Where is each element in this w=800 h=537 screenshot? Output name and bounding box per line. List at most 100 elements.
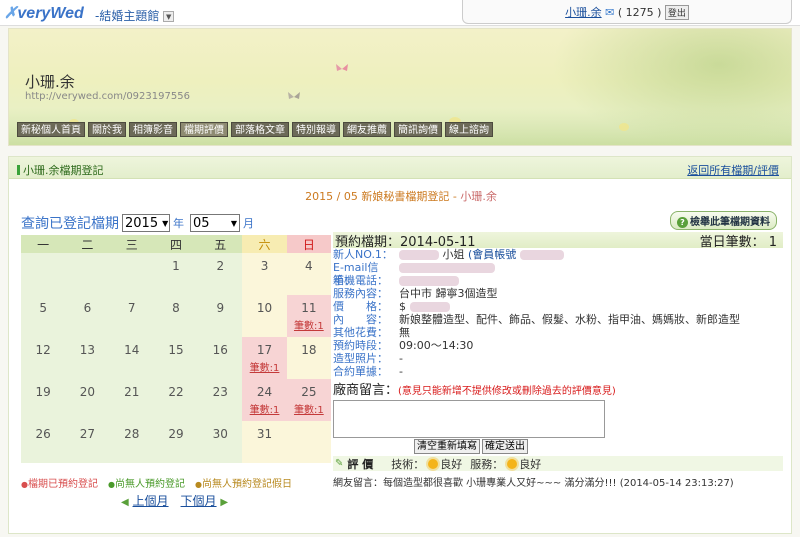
day-number: 26 <box>35 427 51 441</box>
submit-button[interactable]: 確定送出 <box>482 439 528 454</box>
calendar-day-24[interactable]: 24 筆數:1 <box>242 379 287 421</box>
calendar: 一 二 三 四 五 六 日 1 2 3 4 5 6 7 8 9 10 11 筆數:1 12 13 14 15 1… <box>21 235 331 463</box>
nav-schedule[interactable]: 檔期評價 <box>180 122 228 137</box>
banner-flower <box>619 123 629 131</box>
report-button[interactable]: ? 檢舉此筆檔期資料 <box>670 211 777 230</box>
day-number: 27 <box>79 427 96 441</box>
detail-row-price: 價 格： $ <box>333 300 783 313</box>
calendar-day-15: 15 <box>153 337 199 379</box>
day-number: 3 <box>260 259 269 273</box>
calendar-day-20: 20 <box>65 379 110 421</box>
nav-home[interactable]: 新秘個人首頁 <box>17 122 85 137</box>
detail-row-phone: 手機電話： <box>333 274 783 287</box>
booking-count-link[interactable]: 筆數:1 <box>287 317 331 332</box>
booking-detail: 預約檔期：2014-05-11 當日筆數： 1 新人NO.1： 小姐 (會員帳號… <box>333 232 783 489</box>
panel-title: 小珊.余檔期登記 <box>17 162 104 178</box>
calendar-day-17[interactable]: 17 筆數:1 <box>242 337 287 379</box>
mail-icon[interactable]: ✉ <box>605 6 614 19</box>
month-unit: 月 <box>243 217 254 230</box>
day-number: 16 <box>212 343 228 357</box>
booking-date: 預約檔期：2014-05-11 <box>335 234 476 250</box>
prev-month-link[interactable]: ◀ 上個月 <box>121 492 169 509</box>
nav-about[interactable]: 關於我 <box>88 122 126 137</box>
mail-count[interactable]: ( 1275 ) <box>618 6 662 19</box>
user-box: 小珊.余 ✉ ( 1275 ) 登出 <box>462 0 792 24</box>
calendar-day-8: 8 <box>153 295 199 337</box>
calendar-day-25[interactable]: 25 筆數:1 <box>286 379 331 421</box>
year-unit: 年 <box>173 217 184 230</box>
day-number: 31 <box>256 427 273 441</box>
nav-special-report[interactable]: 特別報導 <box>292 122 340 137</box>
detail-row-name: 新人NO.1： 小姐 (會員帳號 <box>333 248 783 261</box>
day-number: 12 <box>35 343 51 357</box>
nav-blog[interactable]: 部落格文章 <box>231 122 289 137</box>
message-note: (意見只能新增不提供修改或刪除過去的評價意見) <box>398 386 616 397</box>
legend-open-holiday: ●尚無人預約登記假日 <box>194 479 292 490</box>
detail-row-contract: 合約單據： - <box>333 365 403 378</box>
profile-url: http://verywed.com/0923197556 <box>25 91 190 102</box>
next-month-link[interactable]: 下個月 ▶ <box>181 492 229 509</box>
redacted-text <box>399 250 439 260</box>
day-number: 14 <box>124 343 140 357</box>
calendar-day-29: 29 <box>153 421 199 463</box>
theme-hall-link[interactable]: -結婚主題館 ▼ <box>95 7 175 24</box>
query-label: 查詢已登記檔期 <box>21 216 119 232</box>
weekday-fri: 五 <box>198 235 243 253</box>
calendar-day-13: 13 <box>65 337 110 379</box>
redacted-text <box>399 263 495 273</box>
nav-recommend[interactable]: 網友推薦 <box>343 122 391 137</box>
panel-header: 小珊.余檔期登記 返回所有檔期/評價 <box>9 157 791 179</box>
month-select[interactable]: 05 ▼ <box>190 214 240 232</box>
day-number: 21 <box>124 385 140 399</box>
sun-icon <box>507 458 518 469</box>
day-number: 15 <box>168 343 184 357</box>
logout-button[interactable]: 登出 <box>664 5 689 20</box>
legend-booked: ●檔期已預約登記 <box>21 479 98 490</box>
site-logo[interactable]: ✗veryWed <box>4 3 84 23</box>
weekday-mon: 一 <box>21 235 66 253</box>
day-number: 13 <box>79 343 96 357</box>
weekday-thu: 四 <box>153 235 199 253</box>
message-buttons: 清空重新填寫 確定送出 <box>414 439 783 454</box>
calendar-week-row: 1 2 3 4 <box>21 253 331 295</box>
calendar-day-30: 30 <box>198 421 243 463</box>
day-number: 2 <box>216 259 225 273</box>
clear-button[interactable]: 清空重新填寫 <box>414 439 480 454</box>
weekday-sun: 日 <box>286 235 331 253</box>
calendar-day-2: 2 <box>198 253 243 295</box>
user-name-link[interactable]: 小珊.余 <box>565 6 602 19</box>
tech-label: 技術： <box>391 457 425 471</box>
top-bar: ✗veryWed -結婚主題館 ▼ 小珊.余 ✉ ( 1275 ) 登出 <box>0 0 800 26</box>
booking-count-link[interactable]: 筆數:1 <box>287 401 331 416</box>
calendar-empty-cell <box>109 253 154 295</box>
nav-sms-inquiry[interactable]: 簡訊詢價 <box>394 122 442 137</box>
calendar-day-19: 19 <box>21 379 66 421</box>
nav-online-consult[interactable]: 線上諮詢 <box>445 122 493 137</box>
vendor-message-textarea[interactable] <box>333 400 605 438</box>
month-title: 2015 / 05 新娘秘書檔期登記 - 小珊.余 <box>305 190 497 203</box>
nav-albums[interactable]: 相簿影音 <box>129 122 177 137</box>
member-account-link[interactable]: (會員帳號 <box>468 248 516 261</box>
back-to-all-link[interactable]: 返回所有檔期/評價 <box>687 162 779 178</box>
detail-row-email: E-mail信箱： <box>333 261 783 287</box>
booking-count-link[interactable]: 筆數:1 <box>242 401 286 416</box>
day-number: 6 <box>83 301 92 315</box>
question-icon: ? <box>677 217 688 228</box>
year-select[interactable]: 2015 ▼ <box>122 214 170 232</box>
calendar-day-10: 10 <box>242 295 287 337</box>
weekday-wed: 三 <box>109 235 154 253</box>
calendar-day-18: 18 <box>286 337 331 379</box>
calendar-day-6: 6 <box>65 295 110 337</box>
arrow-right-icon: ▶ <box>220 497 229 508</box>
weekday-tue: 二 <box>65 235 110 253</box>
calendar-day-11[interactable]: 11 筆數:1 <box>286 295 331 337</box>
calendar-day-12: 12 <box>21 337 66 379</box>
chevron-down-icon[interactable]: ▼ <box>163 11 175 22</box>
detail-row-photos: 造型照片： - <box>333 352 403 365</box>
calendar-empty-cell <box>65 253 110 295</box>
detail-row-time: 預約時段： 09:00～14:30 <box>333 339 474 352</box>
profile-banner: 小珊.余 http://verywed.com/0923197556 新秘個人首… <box>8 28 792 146</box>
day-number: 9 <box>216 301 225 315</box>
booking-count-link[interactable]: 筆數:1 <box>242 359 286 374</box>
profile-nav: 新秘個人首頁 關於我 相簿影音 檔期評價 部落格文章 特別報導 網友推薦 簡訊詢… <box>17 122 493 137</box>
